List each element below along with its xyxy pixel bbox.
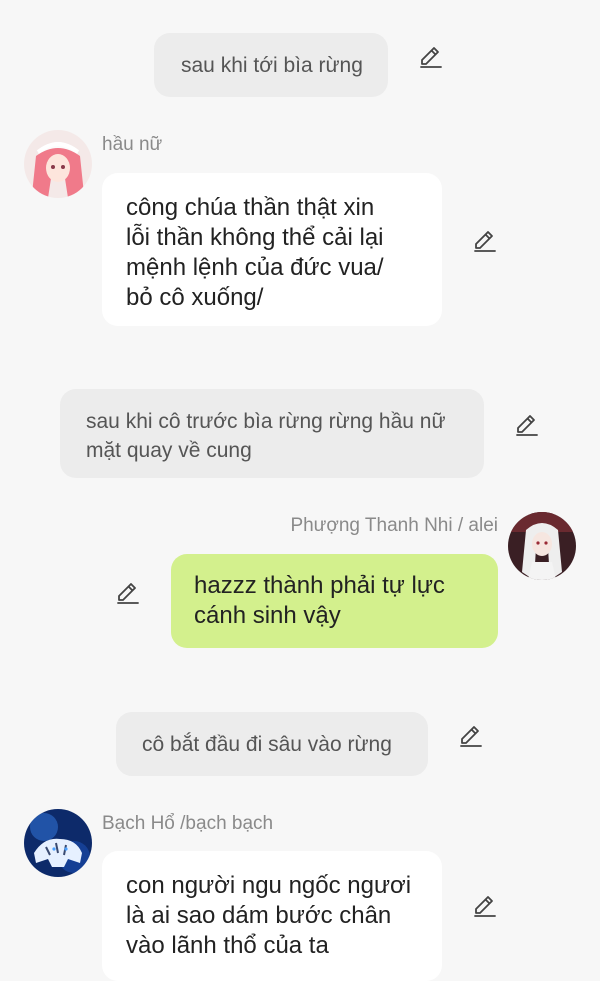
white-tiger-avatar[interactable] xyxy=(24,809,92,877)
edit-message-button[interactable] xyxy=(418,44,444,70)
pencil-edit-icon xyxy=(516,415,538,436)
user-message-bubble: hazzz thành phải tự lực cánh sinh vậy xyxy=(171,554,498,648)
sender-name: hầu nữ xyxy=(102,134,163,155)
message-text: công chúa thần thật xin lỗi thần không t… xyxy=(126,194,384,311)
edit-message-button[interactable] xyxy=(514,412,540,438)
narration-bubble: sau khi tới bìa rừng xyxy=(154,33,388,97)
character-message-bubble: công chúa thần thật xin lỗi thần không t… xyxy=(102,173,442,326)
message-text: hazzz thành phải tự lực cánh sinh vậy xyxy=(194,572,445,629)
pencil-edit-icon xyxy=(474,231,496,252)
white-hair-girl-avatar[interactable] xyxy=(508,512,576,580)
edit-message-button[interactable] xyxy=(472,893,498,919)
pencil-edit-icon xyxy=(117,583,139,604)
sender-name: Bạch Hổ /bạch bạch xyxy=(102,813,274,834)
narration-text: sau khi cô trước bìa rừng rừng hầu nữ mặ… xyxy=(86,410,446,462)
narration-bubble: cô bắt đầu đi sâu vào rừng xyxy=(116,712,428,776)
edit-message-button[interactable] xyxy=(115,580,141,606)
sender-name: Phượng Thanh Nhi / alei xyxy=(290,515,498,536)
narration-text: cô bắt đầu đi sâu vào rừng xyxy=(142,733,392,756)
pink-hair-maid-avatar[interactable] xyxy=(24,130,92,198)
pencil-edit-icon xyxy=(420,47,442,68)
character-message-bubble: con người ngu ngốc ngươi là ai sao dám b… xyxy=(102,851,442,981)
pencil-edit-icon xyxy=(474,896,496,917)
edit-message-button[interactable] xyxy=(458,723,484,749)
edit-message-button[interactable] xyxy=(472,228,498,254)
narration-text: sau khi tới bìa rừng xyxy=(181,54,363,77)
narration-bubble: sau khi cô trước bìa rừng rừng hầu nữ mặ… xyxy=(60,389,484,478)
message-text: con người ngu ngốc ngươi là ai sao dám b… xyxy=(126,872,412,959)
pencil-edit-icon xyxy=(460,726,482,747)
